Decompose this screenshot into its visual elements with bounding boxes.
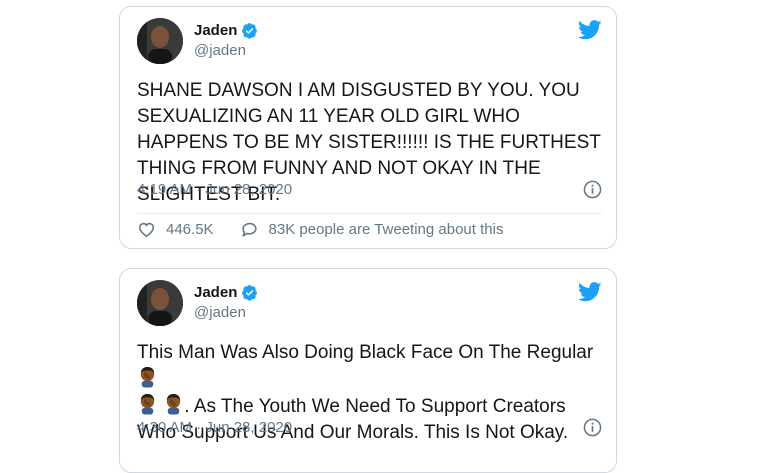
info-icon[interactable] [583, 418, 602, 437]
display-name[interactable]: Jaden [194, 284, 237, 301]
twitter-bird-icon[interactable] [578, 282, 602, 302]
tweet-text-part-1: This Man Was Also Doing Black Face On Th… [137, 342, 594, 363]
like-count: 446.5K [166, 221, 214, 238]
display-name[interactable]: Jaden [194, 22, 237, 39]
avatar[interactable] [137, 18, 183, 64]
facepalm-emoji-icon [140, 366, 155, 388]
like-button[interactable]: 446.5K [137, 220, 214, 239]
tweet-timestamp[interactable]: 4:30 AM · Jun 28, 2020 [137, 419, 292, 436]
discussion-text: 83K people are Tweeting about this [268, 221, 504, 238]
speech-bubble-icon [241, 222, 257, 237]
facepalm-emoji-icon [140, 393, 155, 415]
user-handle[interactable]: @jaden [194, 304, 246, 321]
heart-icon [138, 222, 155, 238]
avatar[interactable] [137, 280, 183, 326]
twitter-bird-icon[interactable] [578, 20, 602, 40]
tweet-timestamp[interactable]: 4:19 AM · Jun 28, 2020 [137, 181, 292, 198]
divider [137, 213, 602, 214]
info-icon[interactable] [583, 180, 602, 199]
tweet-card[interactable]: Jaden @jaden This Man Was Also Doing Bla… [119, 268, 617, 473]
facepalm-emoji-icon [167, 393, 181, 415]
user-handle[interactable]: @jaden [194, 42, 246, 59]
tweet-card[interactable]: Jaden @jaden SHANE DAWSON I AM DISGUSTED… [119, 6, 617, 249]
discussion-link[interactable]: 83K people are Tweeting about this [240, 220, 504, 239]
verified-badge-icon [242, 23, 258, 39]
verified-badge-icon [242, 285, 258, 301]
